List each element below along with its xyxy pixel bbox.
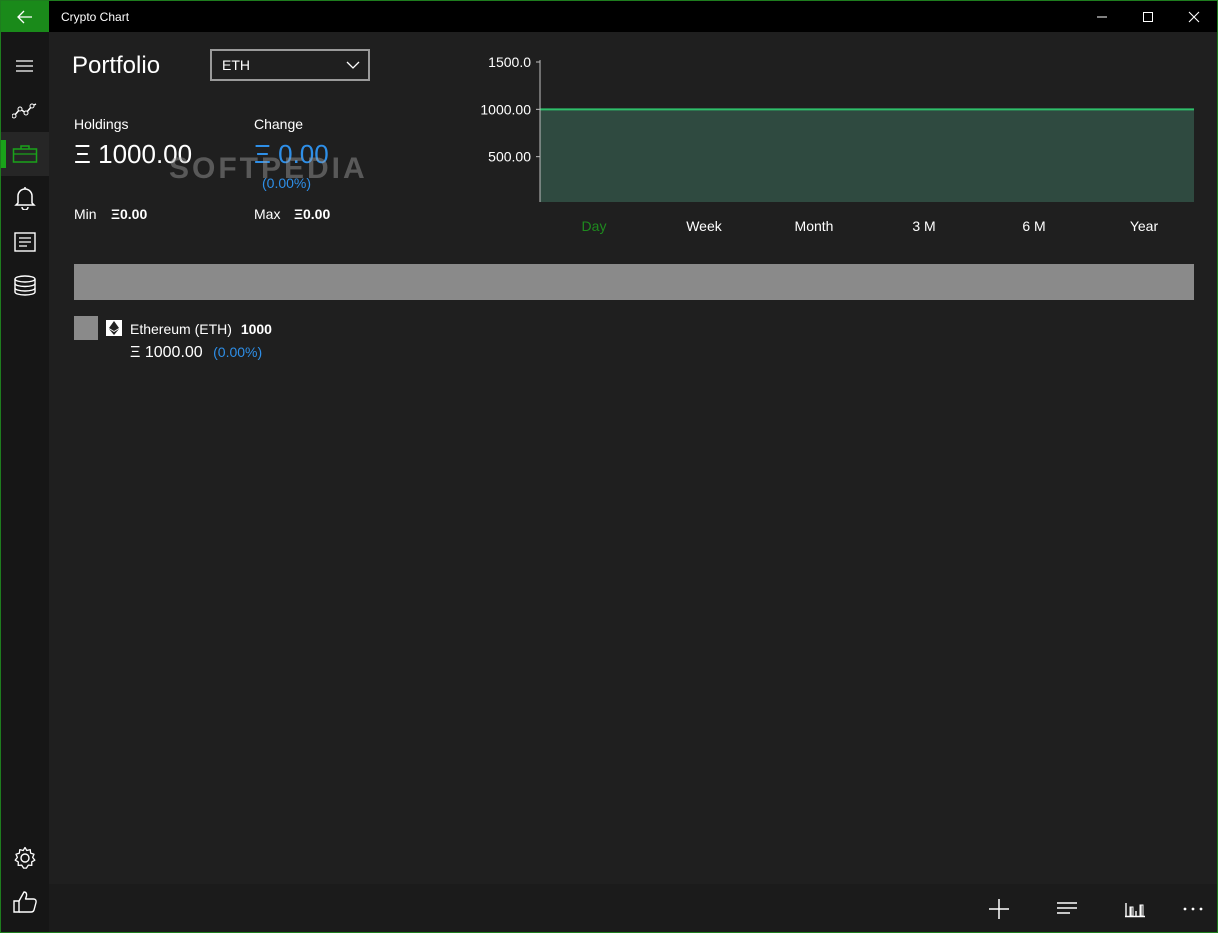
coin-dropdown[interactable]: ETH — [210, 49, 370, 81]
holding-name-line: Ethereum (ETH) 1000 — [130, 321, 272, 337]
thumbs-up-icon — [13, 891, 37, 913]
more-options-button[interactable] — [1173, 892, 1213, 926]
window-controls — [1079, 1, 1217, 32]
back-arrow-icon — [17, 10, 32, 23]
allocation-bar — [74, 264, 1194, 300]
holding-item[interactable]: Ethereum (ETH) 1000 Ξ 1000.00 (0.00%) — [74, 316, 674, 366]
holding-percent: (0.00%) — [213, 344, 263, 360]
back-button[interactable] — [1, 1, 49, 32]
app-title: Crypto Chart — [61, 9, 130, 24]
nav-selection-indicator — [1, 140, 6, 168]
gear-icon — [14, 846, 36, 869]
chart-area — [540, 109, 1194, 202]
app-window: Crypto Chart Portfolio ETH Holdings Ξ 10… — [0, 0, 1218, 933]
plus-icon — [989, 899, 1009, 919]
holding-value: Ξ 1000.00 — [130, 344, 203, 361]
min-label: Min — [74, 206, 97, 222]
bar-chart-icon — [1125, 903, 1145, 918]
nav-item-feedback[interactable] — [1, 880, 49, 924]
minimize-button[interactable] — [1079, 1, 1125, 32]
maximize-button[interactable] — [1125, 1, 1171, 32]
coins-stack-icon — [14, 275, 36, 296]
holding-coin-name: Ethereum (ETH) — [130, 321, 232, 337]
coin-dropdown-value: ETH — [222, 57, 250, 73]
y-tick-label: 1500.0 — [488, 54, 531, 70]
holding-amount: 1000 — [240, 321, 272, 337]
timeframe-month[interactable]: Month — [759, 218, 869, 234]
timeframe-selector: Day Week Month 3 M6 M Year — [539, 214, 1199, 238]
chart-view-button[interactable] — [1115, 892, 1155, 926]
news-icon — [14, 232, 36, 252]
briefcase-icon — [12, 145, 38, 163]
list-icon — [1057, 902, 1077, 914]
y-tick-label: 500.00 — [488, 149, 531, 165]
max-value: Ξ0.00 — [294, 206, 331, 222]
sort-list-button[interactable] — [1047, 892, 1087, 926]
maximize-icon — [1143, 11, 1153, 22]
close-button[interactable] — [1171, 1, 1217, 32]
change-value: Ξ 0.00 — [254, 139, 329, 169]
nav-item-coins[interactable] — [1, 264, 49, 308]
title-bar: Crypto Chart — [1, 1, 1217, 32]
timeframe-year[interactable]: Year — [1089, 218, 1199, 234]
timeframe-3m[interactable]: 3 M — [869, 218, 979, 234]
bell-icon — [14, 187, 36, 210]
max-label: Max — [254, 206, 281, 222]
holdings-label: Holdings — [74, 116, 129, 132]
nav-item-alerts[interactable] — [1, 176, 49, 220]
holdings-value: Ξ 1000.00 — [74, 139, 193, 169]
add-coin-button[interactable] — [979, 892, 1019, 926]
ethereum-icon — [106, 320, 122, 336]
chevron-down-icon — [346, 61, 360, 69]
nav-item-portfolio[interactable] — [1, 132, 49, 176]
more-icon — [1183, 907, 1203, 911]
change-label: Change — [254, 116, 304, 132]
minimize-icon — [1097, 16, 1107, 17]
close-icon — [1188, 11, 1200, 22]
nav-item-news[interactable] — [1, 220, 49, 264]
timeframe-day[interactable]: Day — [539, 218, 649, 234]
page-title: Portfolio — [72, 52, 161, 79]
holding-color-swatch — [74, 316, 98, 340]
command-bar — [49, 884, 1217, 932]
nav-item-charts[interactable] — [1, 88, 49, 132]
change-percent: (0.00%) — [262, 175, 312, 191]
holding-value-line: Ξ 1000.00 (0.00%) — [130, 344, 262, 362]
chart-line-icon — [12, 103, 37, 119]
timeframe-week[interactable]: Week — [649, 218, 759, 234]
side-nav — [1, 32, 49, 932]
hamburger-menu-icon — [16, 60, 33, 72]
timeframe-6m[interactable]: 6 M — [979, 218, 1089, 234]
nav-item-settings[interactable] — [1, 836, 49, 880]
min-value: Ξ0.00 — [111, 206, 148, 222]
main-content: Portfolio ETH Holdings Ξ 1000.00 Change … — [49, 32, 1217, 884]
nav-menu-button[interactable] — [1, 44, 49, 88]
y-tick-label: 1000.00 — [480, 101, 531, 117]
